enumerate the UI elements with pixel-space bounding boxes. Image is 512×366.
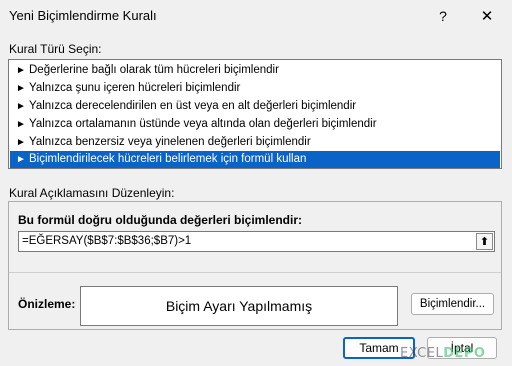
help-button[interactable]: ?	[430, 3, 456, 29]
close-icon: ✕	[480, 8, 494, 25]
rule-item-unique-duplicate[interactable]: ► Yalnızca benzersiz veya yinelenen değer…	[10, 134, 500, 151]
rule-arrow-icon: ►	[16, 119, 26, 130]
format-button-label: Biçimlendir...	[419, 298, 486, 310]
preview-box: Biçim Ayarı Yapılmamış	[80, 286, 398, 326]
watermark-logo: EXCELDEPO	[400, 346, 512, 366]
rule-item-label: Yalnızca şunu içeren hücreleri biçimlend…	[29, 82, 241, 94]
rule-item-format-all-cells[interactable]: ► Değerlerine bağlı olarak tüm hücreleri …	[10, 62, 500, 79]
new-formatting-rule-dialog: Yeni Biçimlendirme Kuralı ? ✕ Kural Türü…	[0, 0, 512, 366]
formula-heading: Bu formül doğru olduğunda değerleri biçi…	[18, 213, 303, 227]
formula-input[interactable]: =EĞERSAY($B$7:$B$36;$B7)>1 ⬆	[18, 231, 495, 252]
ok-button-label: Tamam	[359, 341, 399, 355]
preview-text: Biçim Ayarı Yapılmamış	[165, 298, 313, 314]
rule-type-list[interactable]: ► Değerlerine bağlı olarak tüm hücreleri …	[8, 59, 502, 169]
rule-arrow-icon: ►	[16, 83, 26, 94]
watermark-text-depo: DEPO	[443, 346, 486, 361]
rule-item-above-below-average[interactable]: ► Yalnızca ortalamanın üstünde veya altın…	[10, 116, 500, 133]
help-icon: ?	[439, 8, 447, 24]
rule-description-panel: Bu formül doğru olduğunda değerleri biçi…	[8, 201, 502, 330]
rule-description-label: Kural Açıklamasını Düzenleyin:	[9, 186, 175, 200]
rule-item-label: Biçimlendirilecek hücreleri belirlemek i…	[29, 153, 307, 165]
rule-item-label: Değerlerine bağlı olarak tüm hücreleri b…	[29, 64, 279, 76]
formula-value: =EĞERSAY($B$7:$B$36;$B7)>1	[22, 235, 192, 247]
rule-item-top-bottom[interactable]: ► Yalnızca derecelendirilen en üst veya e…	[10, 98, 500, 115]
dialog-title: Yeni Biçimlendirme Kuralı	[9, 8, 157, 23]
rule-item-cells-containing[interactable]: ► Yalnızca şunu içeren hücreleri biçimlen…	[10, 80, 500, 97]
arrow-up-icon: ⬆	[479, 236, 490, 248]
rule-arrow-icon: ►	[16, 154, 26, 165]
rule-item-label: Yalnızca derecelendirilen en üst veya en…	[29, 100, 357, 112]
rule-type-label: Kural Türü Seçin:	[9, 42, 102, 56]
rule-arrow-icon: ►	[16, 101, 26, 112]
rule-item-label: Yalnızca ortalamanın üstünde veya altınd…	[29, 118, 377, 130]
preview-label: Önizleme:	[18, 297, 76, 311]
title-bar: Yeni Biçimlendirme Kuralı ? ✕	[0, 0, 512, 32]
watermark-text-excel: EXCEL	[400, 346, 444, 361]
rule-item-label: Yalnızca benzersiz veya yinelenen değerl…	[29, 136, 311, 148]
format-button[interactable]: Biçimlendir...	[411, 293, 494, 315]
close-button[interactable]: ✕	[474, 3, 500, 29]
rule-arrow-icon: ►	[16, 65, 26, 76]
panel-divider	[9, 272, 501, 273]
rule-item-use-formula[interactable]: ► Biçimlendirilecek hücreleri belirlemek …	[10, 151, 500, 168]
collapse-dialog-button[interactable]: ⬆	[476, 233, 493, 250]
rule-arrow-icon: ►	[16, 137, 26, 148]
